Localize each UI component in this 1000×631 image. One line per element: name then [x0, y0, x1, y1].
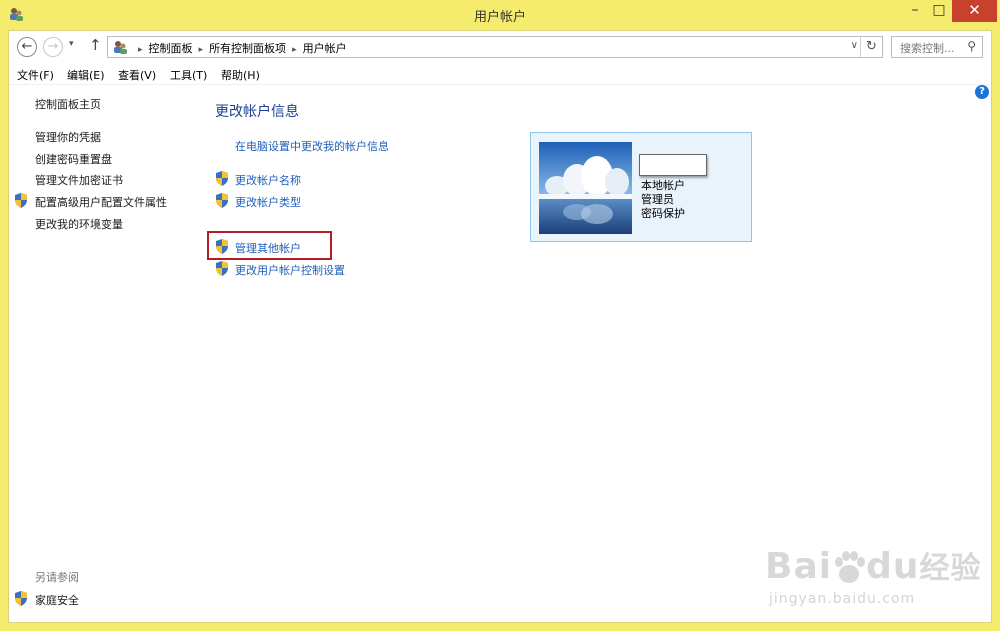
close-button[interactable]: ✕: [952, 0, 997, 22]
breadcrumb-item-control-panel[interactable]: 控制面板: [149, 42, 193, 55]
watermark-bai: Bai: [765, 546, 833, 587]
app-window: 用户帐户 – □ ✕ ← → ▾ ↑ ▸ 控制面板 ▸ 所有控制面板项 ▸ 用户帐户 ∨: [0, 0, 1000, 631]
change-uac-settings-link[interactable]: 更改用户帐户控制设置: [235, 262, 345, 278]
back-button[interactable]: ←: [17, 37, 37, 57]
breadcrumb-separator[interactable]: ▸: [199, 45, 204, 55]
navigation-bar: ← → ▾ ↑ ▸ 控制面板 ▸ 所有控制面板项 ▸ 用户帐户 ∨ ↻ 搜索控制...: [9, 31, 991, 63]
address-bar[interactable]: ▸ 控制面板 ▸ 所有控制面板项 ▸ 用户帐户 ∨ ↻: [107, 36, 883, 58]
menu-help[interactable]: 帮助(H): [221, 67, 260, 83]
account-picture[interactable]: [539, 142, 632, 234]
sidebar-manage-encryption-certs[interactable]: 管理文件加密证书: [35, 172, 123, 188]
account-name: [639, 154, 707, 176]
change-account-type-link[interactable]: 更改帐户类型: [235, 194, 301, 210]
breadcrumb-item-user-accounts[interactable]: 用户帐户: [303, 42, 347, 55]
watermark-du: du: [866, 546, 920, 587]
uac-shield-icon: [216, 239, 228, 254]
menu-view[interactable]: 查看(V): [118, 67, 156, 83]
breadcrumb-separator[interactable]: ▸: [138, 45, 143, 55]
page-title: 更改帐户信息: [215, 104, 299, 120]
breadcrumb: ▸ 控制面板 ▸ 所有控制面板项 ▸ 用户帐户: [132, 40, 347, 56]
breadcrumb-item-all-items[interactable]: 所有控制面板项: [209, 42, 286, 55]
uac-shield-icon: [216, 171, 228, 186]
menu-bar: 文件(F) 编辑(E) 查看(V) 工具(T) 帮助(H): [9, 63, 991, 85]
search-input[interactable]: 搜索控制...: [900, 40, 955, 56]
client-area: ← → ▾ ↑ ▸ 控制面板 ▸ 所有控制面板项 ▸ 用户帐户 ∨ ↻ 搜索控制...: [8, 30, 992, 623]
sidebar-create-reset-disk[interactable]: 创建密码重置盘: [35, 151, 112, 167]
up-button[interactable]: ↑: [89, 36, 102, 54]
watermark-jingyan: 经验: [919, 551, 982, 586]
uac-shield-icon: [15, 591, 27, 606]
menu-edit[interactable]: 编辑(E): [67, 67, 105, 83]
manage-other-accounts-link[interactable]: 管理其他帐户: [235, 240, 301, 256]
recent-locations-dropdown[interactable]: ▾: [69, 39, 74, 49]
menu-tools[interactable]: 工具(T): [170, 67, 207, 83]
help-icon[interactable]: ?: [975, 85, 989, 99]
minimize-button[interactable]: –: [904, 0, 926, 22]
uac-shield-icon: [15, 193, 27, 208]
sidebar-manage-credentials[interactable]: 管理你的凭据: [35, 129, 101, 145]
search-box[interactable]: 搜索控制... ⚲: [891, 36, 983, 58]
window-title: 用户帐户: [473, 10, 526, 25]
change-account-name-link[interactable]: 更改帐户名称: [235, 172, 301, 188]
account-protection: 密码保护: [641, 207, 685, 220]
sidebar-control-panel-home[interactable]: 控制面板主页: [35, 96, 101, 112]
watermark-logo: Bai du经验: [765, 543, 981, 587]
account-card: 本地帐户 管理员 密码保护: [530, 132, 752, 242]
forward-button[interactable]: →: [43, 37, 63, 57]
sidebar-advanced-profile-properties[interactable]: 配置高级用户配置文件属性: [35, 194, 167, 210]
refresh-button[interactable]: ↻: [860, 37, 882, 57]
menu-file[interactable]: 文件(F): [17, 67, 54, 83]
sidebar-family-safety[interactable]: 家庭安全: [35, 592, 79, 608]
see-also-heading: 另请参阅: [35, 571, 79, 584]
search-icon[interactable]: ⚲: [967, 39, 976, 53]
uac-shield-icon: [216, 193, 228, 208]
maximize-button[interactable]: □: [928, 0, 950, 22]
address-dropdown-icon[interactable]: ∨: [851, 40, 858, 51]
sidebar-change-env-variables[interactable]: 更改我的环境变量: [35, 216, 123, 232]
pc-settings-account-link[interactable]: 在电脑设置中更改我的帐户信息: [235, 138, 389, 154]
paw-icon: [835, 551, 866, 583]
breadcrumb-separator[interactable]: ▸: [292, 45, 297, 55]
title-bar[interactable]: 用户帐户 – □ ✕: [0, 0, 1000, 28]
uac-shield-icon: [216, 261, 228, 276]
watermark-url: jingyan.baidu.com: [769, 591, 916, 607]
control-panel-icon: [114, 41, 127, 54]
